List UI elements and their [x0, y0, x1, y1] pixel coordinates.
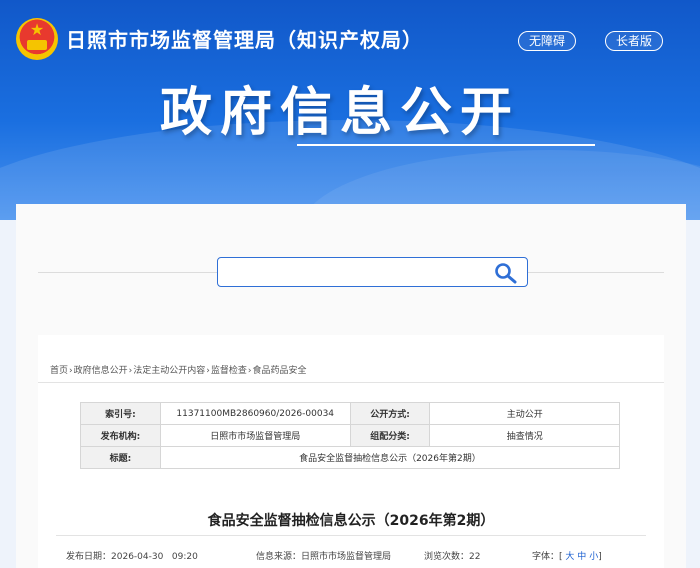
publish-date: 发布日期：2026-04-30 09:20	[66, 549, 198, 562]
title-underline	[297, 144, 595, 146]
info-meta-table: 索引号: 11371100MB2860960/2026-00034 公开方式: …	[80, 402, 621, 469]
font-size-bracket-open: [	[559, 552, 563, 562]
main-card: 首页›政府信息公开›法定主动公开内容›监督检查›食品药品安全 索引号: 1137…	[16, 204, 686, 568]
info-source-label: 信息来源：	[256, 552, 302, 562]
article-title: 食品安全监督抽检信息公示（2026年第2期）	[207, 513, 495, 529]
font-small-link[interactable]: 小	[589, 552, 598, 562]
font-size-bracket-close: ]	[598, 552, 602, 562]
publish-date-value: 2026-04-30 09:20	[111, 552, 198, 562]
national-emblem-icon: ★	[16, 18, 58, 60]
view-count-label: 浏览次数：	[424, 552, 470, 562]
article-title-divider	[56, 535, 646, 536]
issuer-label: 发布机构:	[80, 424, 161, 447]
header-banner: ★ 日照市市场监督管理局（知识产权局） 无障碍 长者版 政府信息公开	[0, 0, 700, 220]
breadcrumb-divider	[38, 382, 664, 383]
breadcrumb-item-statutory[interactable]: 法定主动公开内容	[133, 366, 205, 376]
issuer-value: 日照市市场监督管理局	[159, 424, 351, 447]
title-value: 食品安全监督抽检信息公示（2026年第2期）	[159, 446, 621, 469]
breadcrumb-item-inspection[interactable]: 监督检查	[211, 366, 247, 376]
article-panel: 首页›政府信息公开›法定主动公开内容›监督检查›食品药品安全 索引号: 1137…	[38, 335, 664, 568]
font-large-link[interactable]: 大	[565, 552, 574, 562]
table-row: 索引号: 11371100MB2860960/2026-00034 公开方式: …	[80, 402, 620, 425]
elder-mode-button[interactable]: 长者版	[605, 31, 664, 51]
breadcrumb-item-food-drug[interactable]: 食品药品安全	[253, 366, 307, 376]
category-value: 抽查情况	[429, 424, 620, 447]
info-source: 信息来源：日照市市场监督管理局	[256, 549, 391, 562]
index-value: 11371100MB2860960/2026-00034	[159, 402, 351, 425]
table-row: 发布机构: 日照市市场监督管理局 组配分类: 抽查情况	[80, 424, 620, 447]
site-name[interactable]: 日照市市场监督管理局（知识产权局）	[66, 24, 423, 53]
breadcrumb: 首页›政府信息公开›法定主动公开内容›监督检查›食品药品安全	[50, 363, 307, 376]
search-input[interactable]	[217, 257, 528, 287]
font-size-control: 字体：[ 大 中 小]	[532, 549, 602, 562]
emblem-star-icon: ★	[29, 20, 45, 39]
view-count-value: 22	[469, 552, 481, 562]
search-icon[interactable]	[494, 262, 518, 284]
accessibility-button[interactable]: 无障碍	[518, 31, 577, 51]
view-count: 浏览次数：22	[424, 549, 480, 562]
public-mode-value: 主动公开	[429, 402, 620, 425]
breadcrumb-item-gov-info[interactable]: 政府信息公开	[74, 366, 128, 376]
page-title: 政府信息公开	[160, 83, 521, 143]
table-row: 标题: 食品安全监督抽检信息公示（2026年第2期）	[80, 446, 621, 469]
breadcrumb-item-home[interactable]: 首页	[50, 366, 68, 376]
publish-date-label: 发布日期：	[66, 552, 112, 562]
title-label: 标题:	[80, 446, 161, 469]
category-label: 组配分类:	[349, 424, 431, 447]
public-mode-label: 公开方式:	[349, 402, 431, 425]
emblem-gate-icon	[27, 40, 47, 50]
font-size-label: 字体：	[532, 552, 560, 562]
index-label: 索引号:	[80, 402, 161, 425]
font-medium-link[interactable]: 中	[577, 552, 586, 562]
info-source-value: 日照市市场监督管理局	[301, 552, 392, 562]
search-area	[38, 204, 664, 312]
